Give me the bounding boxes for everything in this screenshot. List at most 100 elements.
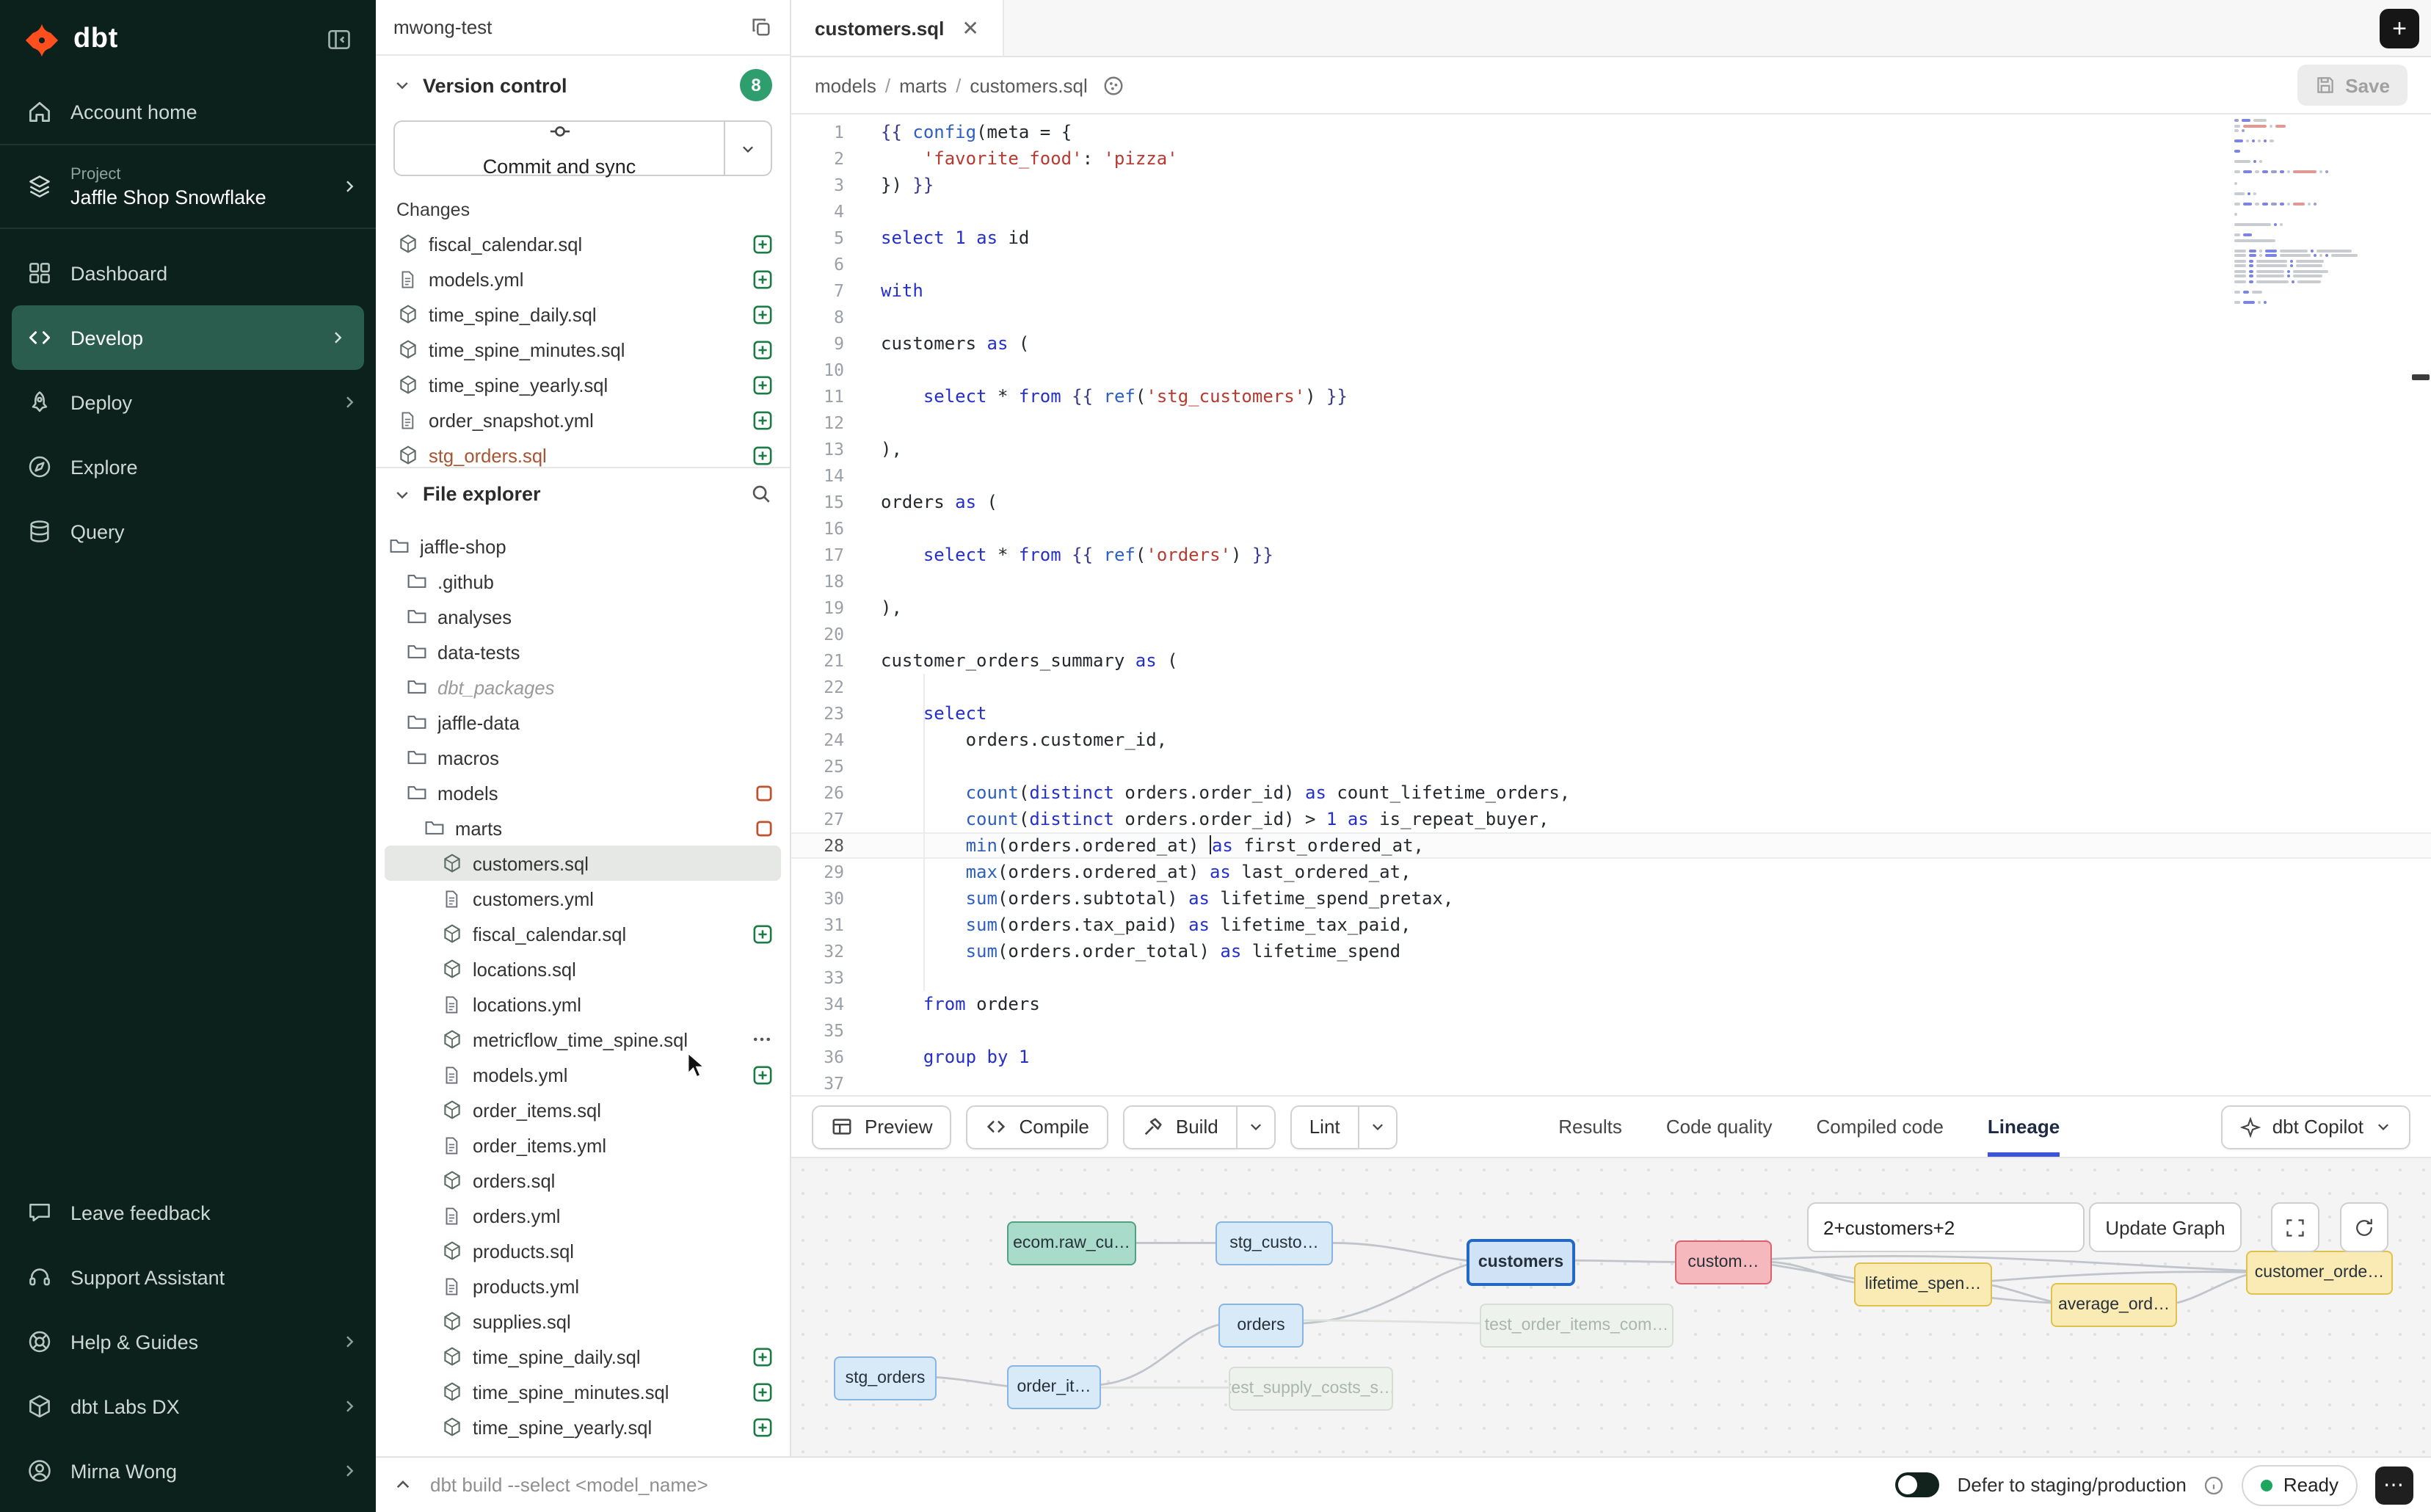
- untracked-add-icon[interactable]: [753, 924, 772, 943]
- code-line[interactable]: 2 'favorite_food': 'pizza': [791, 145, 2431, 172]
- tree-item-time-spine-yearly-sql[interactable]: time_spine_yearly.sql: [376, 1409, 790, 1444]
- tab-customers-sql[interactable]: customers.sql ✕: [791, 0, 1004, 56]
- stage-add-icon[interactable]: [753, 269, 772, 288]
- lint-button[interactable]: Lint: [1290, 1105, 1359, 1149]
- tab-compiled-code[interactable]: Compiled code: [1816, 1097, 1943, 1157]
- untracked-add-icon[interactable]: [753, 1417, 772, 1436]
- tree-item-customers-sql[interactable]: customers.sql: [385, 846, 781, 881]
- tree-item-orders-yml[interactable]: orders.yml: [376, 1198, 790, 1233]
- expand-command-bar-icon[interactable]: [393, 1475, 413, 1494]
- code-line[interactable]: 19),: [791, 595, 2431, 621]
- code-line[interactable]: 22: [791, 674, 2431, 700]
- sidebar-item-dashboard[interactable]: Dashboard: [0, 241, 376, 305]
- file-explorer-header[interactable]: File explorer: [376, 467, 790, 520]
- code-line[interactable]: 7with: [791, 277, 2431, 304]
- lineage-node-test-supply-costs-s-[interactable]: test_supply_costs_s…: [1229, 1367, 1393, 1411]
- new-tab-button[interactable]: +: [2380, 9, 2419, 48]
- sidebar-item-project[interactable]: Project Jaffle Shop Snowflake: [0, 144, 376, 229]
- lineage-node-ecom-raw-cu-[interactable]: ecom.raw_cu…: [1007, 1221, 1136, 1265]
- code-line[interactable]: 13),: [791, 436, 2431, 462]
- code-line[interactable]: 5select 1 as id: [791, 225, 2431, 251]
- sidebar-item-account-home[interactable]: Account home: [0, 79, 376, 144]
- code-line[interactable]: 20: [791, 621, 2431, 647]
- code-line[interactable]: 17 select * from {{ ref('orders') }}: [791, 542, 2431, 568]
- build-button[interactable]: Build: [1123, 1105, 1238, 1149]
- close-tab-icon[interactable]: ✕: [962, 15, 978, 40]
- status-badge[interactable]: Ready: [2242, 1464, 2358, 1505]
- lineage-node-custom-[interactable]: custom…: [1675, 1240, 1772, 1284]
- lint-options-dropdown[interactable]: [1359, 1105, 1398, 1149]
- stage-add-icon[interactable]: [753, 340, 772, 359]
- tree-item-order-items-yml[interactable]: order_items.yml: [376, 1127, 790, 1163]
- code-editor[interactable]: 1{{ config(meta = {2 'favorite_food': 'p…: [791, 115, 2431, 1095]
- sidebar-item-support-assistant[interactable]: Support Assistant: [0, 1245, 376, 1309]
- change-row[interactable]: fiscal_calendar.sql: [376, 226, 790, 261]
- code-line[interactable]: 16: [791, 515, 2431, 542]
- lineage-node-stg-orders[interactable]: stg_orders: [834, 1356, 937, 1400]
- code-line[interactable]: 37: [791, 1070, 2431, 1095]
- collapse-sidebar-icon[interactable]: [326, 26, 352, 53]
- code-line[interactable]: 11 select * from {{ ref('stg_customers')…: [791, 383, 2431, 410]
- tree-item-orders-sql[interactable]: orders.sql: [376, 1163, 790, 1198]
- preview-button[interactable]: Preview: [812, 1105, 952, 1149]
- scrollbar-marker[interactable]: [2412, 374, 2430, 380]
- untracked-add-icon[interactable]: [753, 1382, 772, 1401]
- tree-item-models[interactable]: models: [376, 775, 790, 810]
- tree-item-supplies-sql[interactable]: supplies.sql: [376, 1304, 790, 1339]
- tree-item-time-spine-minutes-sql[interactable]: time_spine_minutes.sql: [376, 1374, 790, 1409]
- code-line[interactable]: 25: [791, 753, 2431, 779]
- code-line[interactable]: 14: [791, 462, 2431, 489]
- stage-add-icon[interactable]: [753, 305, 772, 324]
- lineage-node-orders[interactable]: orders: [1218, 1304, 1304, 1348]
- stage-add-icon[interactable]: [753, 234, 772, 253]
- tree-item-marts[interactable]: marts: [376, 810, 790, 846]
- sidebar-item-query[interactable]: Query: [0, 499, 376, 564]
- code-line[interactable]: 34 from orders: [791, 991, 2431, 1017]
- tree-item-jaffle-shop[interactable]: jaffle-shop: [376, 528, 790, 564]
- tree-item--github[interactable]: .github: [376, 564, 790, 599]
- tree-item-jaffle-data[interactable]: jaffle-data: [376, 705, 790, 740]
- search-icon[interactable]: [750, 483, 772, 505]
- sidebar-item-deploy[interactable]: Deploy: [0, 370, 376, 435]
- lineage-selector-input[interactable]: [1807, 1202, 2085, 1252]
- change-row[interactable]: order_snapshot.yml: [376, 402, 790, 437]
- tree-item-metricflow-time-spine-sql[interactable]: metricflow_time_spine.sql: [376, 1022, 790, 1057]
- code-line[interactable]: 35: [791, 1017, 2431, 1044]
- defer-toggle[interactable]: [1896, 1472, 1940, 1497]
- dbt-copilot-button[interactable]: dbt Copilot: [2221, 1105, 2410, 1149]
- lineage-node-customer-orde-[interactable]: customer_orde…: [2246, 1251, 2393, 1295]
- tab-results[interactable]: Results: [1558, 1097, 1622, 1157]
- stage-add-icon[interactable]: [753, 446, 772, 465]
- code-line[interactable]: 4: [791, 198, 2431, 225]
- tree-item-locations-sql[interactable]: locations.sql: [376, 951, 790, 986]
- tree-item-products-sql[interactable]: products.sql: [376, 1233, 790, 1268]
- compile-button[interactable]: Compile: [967, 1105, 1108, 1149]
- lineage-node-lifetime-spen-[interactable]: lifetime_spen…: [1854, 1262, 1992, 1306]
- code-line[interactable]: 36 group by 1: [791, 1044, 2431, 1070]
- code-line[interactable]: 27 count(distinct orders.order_id) > 1 a…: [791, 806, 2431, 832]
- code-line[interactable]: 30 sum(orders.subtotal) as lifetime_spen…: [791, 885, 2431, 912]
- sidebar-item-develop[interactable]: Develop: [12, 305, 364, 370]
- code-line[interactable]: 18: [791, 568, 2431, 595]
- code-line[interactable]: 28 min(orders.ordered_at) as first_order…: [791, 832, 2431, 859]
- tab-lineage[interactable]: Lineage: [1988, 1097, 2060, 1157]
- tree-item-models-yml[interactable]: models.yml: [376, 1057, 790, 1092]
- tree-item-data-tests[interactable]: data-tests: [376, 634, 790, 669]
- untracked-add-icon[interactable]: [753, 1065, 772, 1084]
- lineage-node-order-it-[interactable]: order_it…: [1007, 1365, 1101, 1409]
- save-button[interactable]: Save: [2297, 65, 2408, 106]
- lineage-node-stg-custo-[interactable]: stg_custo…: [1216, 1221, 1333, 1265]
- lineage-node-test-order-items-com-[interactable]: test_order_items_com…: [1480, 1304, 1674, 1348]
- code-line[interactable]: 8: [791, 304, 2431, 330]
- code-line[interactable]: 33: [791, 964, 2431, 991]
- copy-branch-icon[interactable]: [750, 16, 772, 38]
- tree-item-macros[interactable]: macros: [376, 740, 790, 775]
- more-options-button[interactable]: ⋯: [2375, 1466, 2413, 1504]
- code-line[interactable]: 24 orders.customer_id,: [791, 727, 2431, 753]
- sidebar-item-user-account[interactable]: Mirna Wong: [0, 1439, 376, 1503]
- tree-item-products-yml[interactable]: products.yml: [376, 1268, 790, 1304]
- code-line[interactable]: 15orders as (: [791, 489, 2431, 515]
- tree-item-dbt-packages[interactable]: dbt_packages: [376, 669, 790, 705]
- commit-options-dropdown[interactable]: [725, 120, 772, 176]
- untracked-add-icon[interactable]: [753, 1347, 772, 1366]
